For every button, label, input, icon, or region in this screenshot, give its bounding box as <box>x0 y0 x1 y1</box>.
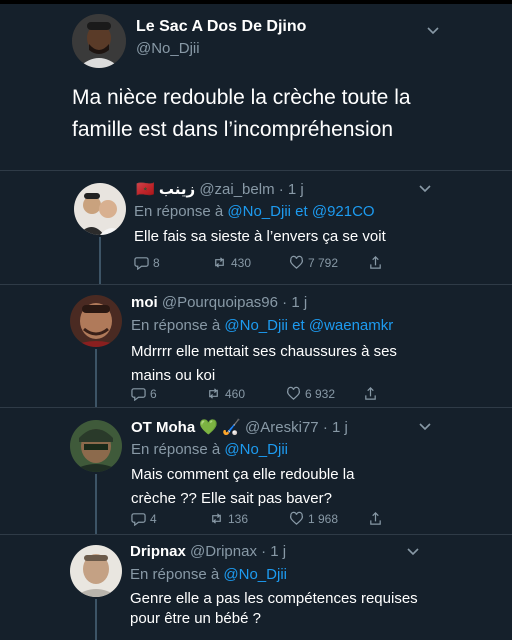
main-tweet[interactable]: Le Sac A Dos De Djino @No_Djii Ma nièce … <box>0 4 512 170</box>
reply-time: · 1 j <box>261 543 287 560</box>
author-avatar[interactable] <box>72 14 126 68</box>
retweet-icon <box>209 388 218 399</box>
reply-author-handle[interactable]: @Dripnax <box>190 543 257 560</box>
comment-icon <box>131 513 146 526</box>
retweet-count: 460 <box>225 386 246 401</box>
share-button[interactable] <box>363 386 378 401</box>
name-emojis: 💚 🏑 <box>199 419 241 436</box>
like-icon <box>289 511 304 525</box>
comment-icon <box>134 257 149 270</box>
reply-author-name[interactable]: زينب <box>159 181 195 198</box>
reply-author-handle[interactable]: @Pourquoipas96 <box>162 294 278 311</box>
share-icon <box>365 387 376 400</box>
chevron-down-icon[interactable] <box>418 184 432 194</box>
like-button[interactable]: 7 792 <box>289 255 338 270</box>
reply-time: · 1 j <box>282 294 308 311</box>
author-name[interactable]: Le Sac A Dos De Djino <box>136 18 306 36</box>
chevron-down-icon[interactable] <box>426 26 440 36</box>
action-bar: 8 430 7 792 <box>134 255 394 273</box>
comment-button[interactable]: 4 <box>131 511 157 526</box>
action-bar: 6 460 6 932 <box>131 386 391 404</box>
like-icon <box>289 255 304 269</box>
reply-avatar[interactable] <box>74 183 126 235</box>
thread-line <box>99 237 101 284</box>
comment-button[interactable]: 8 <box>134 255 160 270</box>
comment-count: 6 <box>150 386 157 401</box>
mention-link[interactable]: @No_Djii <box>224 317 288 334</box>
comment-count: 8 <box>153 255 160 270</box>
in-reply-to: En réponse à @No_Djii <box>131 441 288 458</box>
retweet-button[interactable]: 136 <box>209 511 248 526</box>
tweet-thread: Le Sac A Dos De Djino @No_Djii Ma nièce … <box>0 0 512 640</box>
chevron-down-icon[interactable] <box>418 422 432 432</box>
comment-button[interactable]: 6 <box>131 386 157 401</box>
reply-author-name[interactable]: moi <box>131 294 158 311</box>
like-count: 1 968 <box>308 511 339 526</box>
like-button[interactable]: 6 932 <box>286 386 335 401</box>
share-icon <box>370 256 381 269</box>
like-count: 7 792 <box>308 255 339 270</box>
flag-emoji: 🇲🇦 <box>136 181 155 198</box>
retweet-icon <box>212 513 221 524</box>
retweet-button[interactable]: 460 <box>206 386 245 401</box>
mention-link[interactable]: @921CO <box>312 203 375 220</box>
like-count: 6 932 <box>305 386 336 401</box>
tweet-text: Ma nièce redouble la crèche toute la fam… <box>72 86 411 141</box>
chevron-down-icon[interactable] <box>406 547 420 557</box>
share-icon <box>370 512 381 525</box>
author-handle[interactable]: @No_Djii <box>136 40 200 57</box>
in-reply-to: En réponse à @No_Djii et @waenamkr <box>131 317 394 334</box>
reply-avatar[interactable] <box>70 420 122 472</box>
retweet-button[interactable]: 430 <box>212 255 251 270</box>
retweet-count: 136 <box>228 511 249 526</box>
thread-line <box>95 474 97 534</box>
retweet-count: 430 <box>231 255 252 270</box>
retweet-icon <box>215 257 224 268</box>
share-button[interactable] <box>368 511 383 526</box>
reply-avatar[interactable] <box>70 295 122 347</box>
reply-tweet[interactable]: OT Moha 💚 🏑 @Areski77 · 1 j En réponse à… <box>0 408 512 534</box>
like-button[interactable]: 1 968 <box>289 511 338 526</box>
reply-author-name[interactable]: Dripnax <box>130 543 186 560</box>
reply-tweet[interactable]: moi @Pourquoipas96 · 1 j En réponse à @N… <box>0 285 512 407</box>
reply-tweet[interactable]: Dripnax @Dripnax · 1 j En réponse à @No_… <box>0 535 512 640</box>
reply-author-handle[interactable]: @zai_belm <box>199 181 274 198</box>
in-reply-to: En réponse à @No_Djii et @921CO <box>134 203 375 220</box>
mention-link[interactable]: @No_Djii <box>223 566 287 583</box>
reply-text: Mdrrrr elle mettait ses chaussures à ses… <box>131 343 397 384</box>
share-button[interactable] <box>368 255 383 270</box>
reply-text: Mais comment ça elle redouble la crèche … <box>131 466 355 507</box>
action-bar: 4 136 1 968 <box>131 511 391 529</box>
reply-text: Genre elle a pas les compétences requise… <box>130 590 418 627</box>
comment-icon <box>131 388 146 401</box>
thread-line <box>95 599 97 640</box>
mention-link[interactable]: @No_Djii <box>227 203 291 220</box>
reply-text: Elle fais sa sieste à l’envers ça se voi… <box>134 228 386 245</box>
reply-time: · 1 j <box>278 181 304 198</box>
in-reply-to: En réponse à @No_Djii <box>130 566 287 583</box>
reply-tweet[interactable]: 🇲🇦 زينب @zai_belm · 1 j En réponse à @No… <box>0 171 512 284</box>
reply-author-handle[interactable]: @Areski77 <box>245 419 319 436</box>
reply-time: · 1 j <box>322 419 348 436</box>
thread-line <box>95 349 97 407</box>
like-icon <box>286 386 301 400</box>
reply-avatar[interactable] <box>70 545 122 597</box>
reply-author-name[interactable]: OT Moha <box>131 419 195 436</box>
mention-link[interactable]: @waenamkr <box>309 317 393 334</box>
comment-count: 4 <box>150 511 157 526</box>
mention-link[interactable]: @No_Djii <box>224 441 288 458</box>
